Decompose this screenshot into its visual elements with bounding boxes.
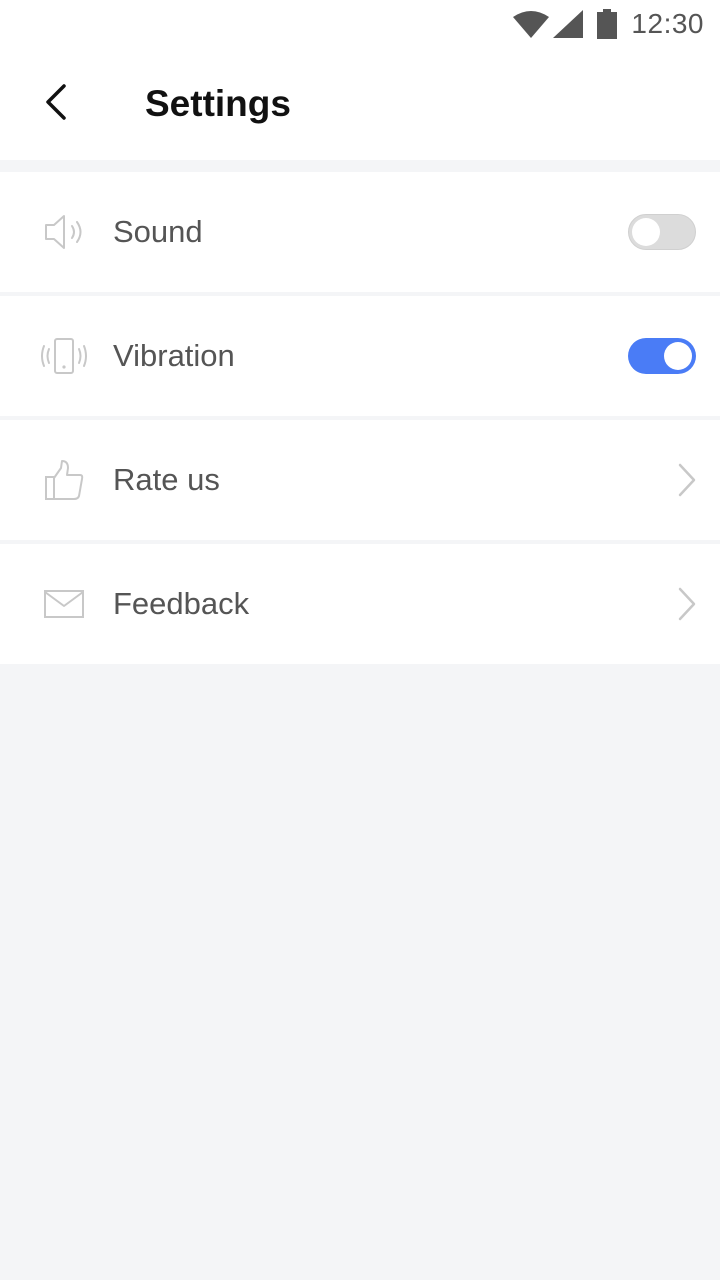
- back-button[interactable]: [28, 76, 84, 132]
- settings-list: Sound Vibration Rate us Feedback: [0, 172, 720, 664]
- settings-row-label: Vibration: [113, 338, 235, 373]
- settings-row-feedback[interactable]: Feedback: [0, 544, 720, 664]
- battery-icon: [597, 9, 618, 39]
- settings-row-label: Feedback: [113, 586, 250, 621]
- settings-row-vibration[interactable]: Vibration: [0, 296, 720, 416]
- settings-row-sound[interactable]: Sound: [0, 172, 720, 292]
- vibrating-phone-icon: [40, 334, 88, 378]
- header: Settings: [0, 48, 720, 160]
- speaker-icon: [40, 210, 88, 254]
- settings-row-rate-us[interactable]: Rate us: [0, 420, 720, 540]
- settings-row-label: Rate us: [113, 462, 220, 497]
- sound-toggle[interactable]: [628, 214, 696, 250]
- chevron-right-icon: [672, 586, 702, 622]
- chevron-left-icon: [44, 83, 68, 126]
- status-time: 12:30: [631, 8, 704, 39]
- wifi-icon: [513, 10, 550, 38]
- toggle-knob: [632, 218, 660, 246]
- chevron-right-icon: [672, 462, 702, 498]
- page-title: Settings: [145, 83, 291, 124]
- status-icons: 12:30: [513, 8, 704, 40]
- envelope-icon: [40, 582, 88, 626]
- status-bar: 12:30: [0, 0, 720, 48]
- thumbs-up-icon: [40, 458, 88, 502]
- settings-row-label: Sound: [113, 214, 203, 249]
- toggle-knob: [664, 342, 692, 370]
- app-header-area: 12:30 Settings: [0, 0, 720, 160]
- cellular-signal-icon: [553, 10, 584, 38]
- vibration-toggle[interactable]: [628, 338, 696, 374]
